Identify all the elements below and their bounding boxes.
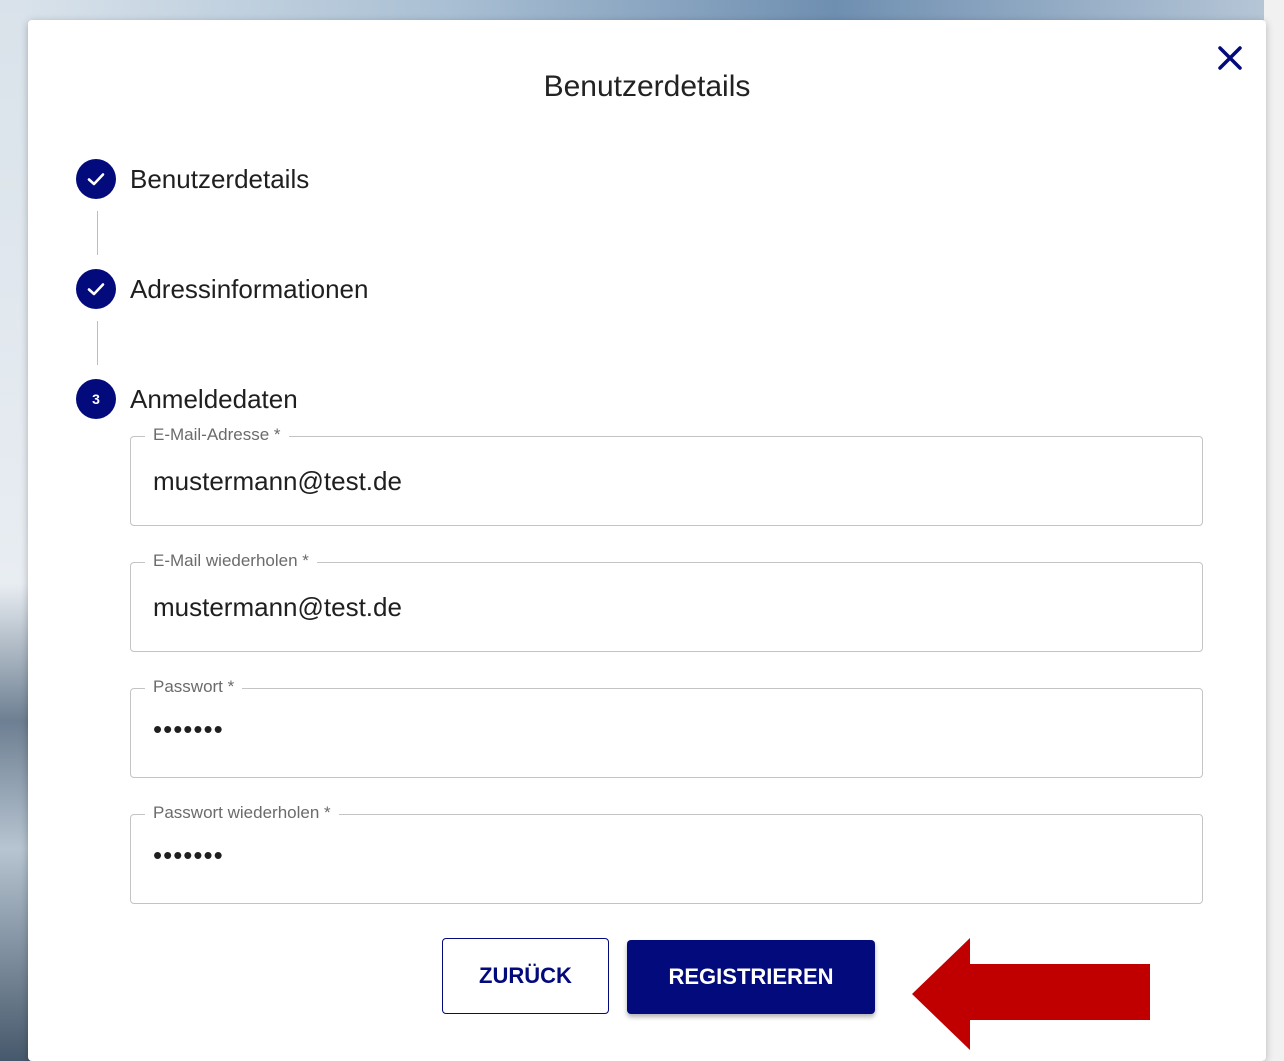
close-icon <box>1218 46 1242 70</box>
email-field-label: E-Mail-Adresse * <box>145 424 289 446</box>
step-label: Adressinformationen <box>130 273 369 304</box>
email-field-value: mustermann@test.de <box>153 466 402 496</box>
page-scrollbar-area <box>1264 0 1284 1061</box>
step-anmeldedaten: 3 Anmeldedaten <box>76 379 298 419</box>
step-connector <box>97 321 98 365</box>
check-icon <box>87 283 105 296</box>
step-label: Anmeldedaten <box>130 383 298 414</box>
register-button[interactable]: REGISTRIEREN <box>627 940 875 1014</box>
step-connector <box>97 211 98 255</box>
step-completed-badge <box>76 269 116 309</box>
close-button[interactable] <box>1212 40 1248 76</box>
back-button[interactable]: ZURÜCK <box>442 938 609 1014</box>
step-adressinformationen: Adressinformationen <box>76 269 368 309</box>
background-image-top <box>0 0 1284 22</box>
password-repeat-field[interactable]: Passwort wiederholen * ••••••• <box>130 802 1203 904</box>
dialog-title: Benutzerdetails <box>543 70 751 103</box>
password-field[interactable]: Passwort * ••••••• <box>130 676 1203 778</box>
registration-dialog: Benutzerdetails Benutzerdetails Adressin… <box>28 20 1266 1061</box>
email-field[interactable]: E-Mail-Adresse * mustermann@test.de <box>130 424 1203 526</box>
background-image-left <box>0 0 30 1061</box>
step-label: Benutzerdetails <box>130 163 310 194</box>
password-repeat-field-value: ••••••• <box>153 840 224 870</box>
email-repeat-field-label: E-Mail wiederholen * <box>145 550 317 572</box>
email-repeat-field-value: mustermann@test.de <box>153 592 402 622</box>
check-icon <box>87 173 105 186</box>
step-number-badge: 3 <box>76 379 116 419</box>
arrow-left-icon <box>912 938 1150 1050</box>
password-field-label: Passwort * <box>145 676 243 698</box>
step-benutzerdetails: Benutzerdetails <box>76 159 309 199</box>
step-completed-badge <box>76 159 116 199</box>
email-repeat-field[interactable]: E-Mail wiederholen * mustermann@test.de <box>130 550 1203 652</box>
password-field-value: ••••••• <box>153 714 224 744</box>
password-repeat-field-label: Passwort wiederholen * <box>145 802 339 824</box>
